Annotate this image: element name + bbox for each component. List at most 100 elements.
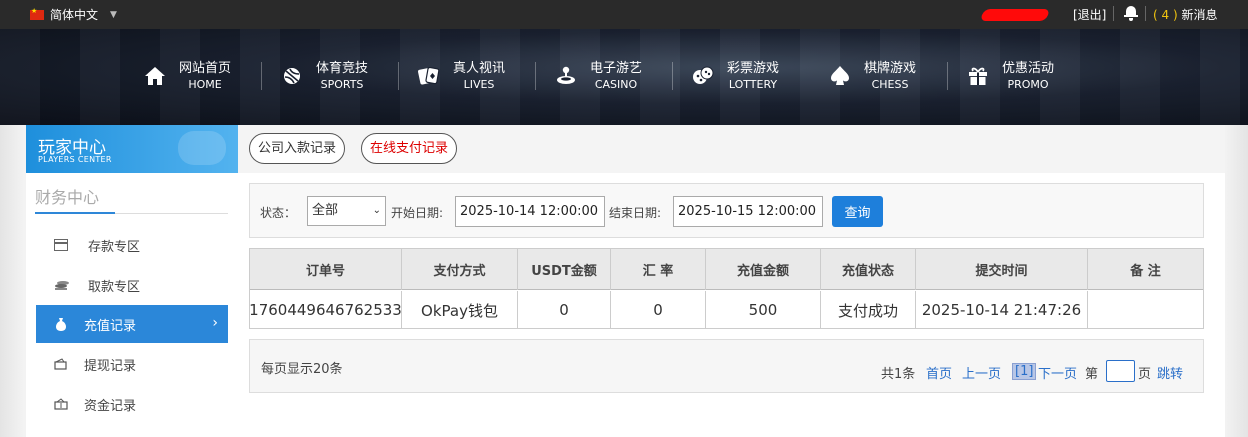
language-label: 简体中文 (50, 8, 99, 22)
messages-link[interactable]: ( 4 ) 新消息 (1153, 6, 1217, 23)
column-header: 提交时间 (916, 249, 1088, 290)
nav-sublabel: CASINO (594, 78, 638, 91)
nav-sports[interactable]: 体育竞技 SPORTS (280, 60, 368, 92)
divider (535, 62, 536, 90)
tab-online-payment-records[interactable]: 在线支付记录 (361, 133, 458, 164)
bell-icon[interactable] (1124, 5, 1138, 21)
submit-time-cell: 2025-10-14 21:47:26 (916, 291, 1088, 329)
status-select[interactable]: 全部 ⌄ (307, 196, 386, 226)
end-date-label: 结束日期: (609, 206, 662, 220)
nav-label: 棋牌游戏 (864, 61, 917, 76)
nav-label: 彩票游戏 (727, 61, 780, 76)
usdt-amount-cell: 0 (518, 291, 611, 329)
divider (1113, 6, 1114, 21)
divider (261, 62, 262, 90)
main-content: 公司入款记录 在线支付记录 状态： 全部 ⌄ 开始日期: 结束日期: 查询 订单… (238, 125, 1225, 437)
redacted-username (979, 9, 1051, 21)
china-flag-icon (30, 7, 44, 20)
column-header: 订单号 (250, 249, 402, 290)
remark-cell (1088, 291, 1203, 329)
players-center-header: 玩家中心 PLAYERS CENTER (26, 125, 238, 173)
nav-label: 网站首页 (179, 61, 232, 76)
nav-sublabel: SPORTS (320, 78, 364, 91)
recharge-icon (54, 318, 68, 331)
nav-label: 优惠活动 (1002, 61, 1055, 76)
next-page-link[interactable]: 下一页 (1038, 363, 1077, 382)
withdraw-record-icon (54, 358, 68, 370)
prev-page-link[interactable]: 上一页 (962, 363, 1001, 382)
sidebar-item-withdraw-record[interactable]: 提现记录 (36, 345, 228, 383)
chevron-down-icon: ⌄ (372, 205, 381, 216)
language-selector[interactable]: 简体中文 ▼ (30, 6, 117, 23)
funds-icon (54, 398, 68, 410)
cards-icon (417, 64, 441, 88)
ball-icon (280, 64, 304, 88)
sidebar-item-recharge[interactable]: 充值记录 › (36, 305, 228, 343)
section-title: 财务中心 (35, 188, 100, 207)
records-table: 订单号 支付方式 USDT金额 汇 率 充值金额 充值状态 提交时间 备 注 1… (249, 248, 1204, 329)
nav-sublabel: CHESS (871, 78, 909, 91)
start-date-input[interactable] (455, 196, 605, 227)
sidebar-item-label: 提现记录 (84, 358, 137, 374)
query-button[interactable]: 查询 (832, 196, 883, 227)
nav-label: 真人视讯 (453, 61, 506, 76)
order-number-cell: 1760449646762533 (249, 291, 402, 329)
current-page[interactable]: [1] (1012, 363, 1037, 380)
spade-icon (828, 64, 852, 88)
nav-sublabel: LIVES (463, 78, 495, 91)
nav-lives[interactable]: 真人视讯 LIVES (417, 60, 505, 92)
nav-lottery[interactable]: 彩票游戏 LOTTERY (691, 60, 779, 92)
recharge-amount-cell: 500 (706, 291, 821, 329)
sidebar-item-label: 存款专区 (88, 239, 141, 255)
divider (947, 62, 948, 90)
gift-icon (966, 64, 990, 88)
nav-sublabel: HOME (188, 78, 222, 91)
deposit-icon (54, 239, 68, 251)
nav-label: 电子游艺 (590, 61, 643, 76)
nav-promo[interactable]: 优惠活动 PROMO (966, 60, 1054, 92)
column-header: 充值状态 (821, 249, 916, 290)
caret-down-icon: ▼ (110, 9, 117, 20)
page-number-input[interactable] (1106, 360, 1135, 382)
nav-casino[interactable]: 电子游艺 CASINO (554, 60, 642, 92)
sidebar-item-label: 取款专区 (88, 279, 141, 295)
sidebar-item-funds[interactable]: 资金记录 (36, 385, 228, 423)
logout-link[interactable]: [退出] (1073, 6, 1106, 23)
total-count: 共1条 (881, 367, 916, 382)
column-header: USDT金额 (518, 249, 611, 290)
nav-chess[interactable]: 棋牌游戏 CHESS (828, 60, 916, 92)
message-count: ( 4 ) (1153, 8, 1178, 22)
payment-method-cell: OkPay钱包 (402, 291, 518, 329)
nav-sublabel: LOTTERY (728, 78, 778, 91)
gamepad-icon (178, 131, 226, 165)
sidebar-item-label: 资金记录 (84, 398, 137, 414)
exchange-rate-cell: 0 (611, 291, 706, 329)
column-header: 支付方式 (402, 249, 518, 290)
sidebar-item-deposit[interactable]: 存款专区 (36, 226, 228, 264)
nav-home[interactable]: 网站首页 HOME (143, 60, 231, 92)
end-date-input[interactable] (673, 196, 823, 227)
per-page-text: 每页显示20条 (261, 362, 343, 377)
first-page-link[interactable]: 首页 (926, 363, 952, 382)
table-header: 订单号 支付方式 USDT金额 汇 率 充值金额 充值状态 提交时间 备 注 (250, 249, 1203, 290)
withdraw-icon (54, 279, 69, 291)
section-underline (35, 212, 115, 214)
joystick-icon (554, 64, 578, 88)
status-label: 状态： (260, 206, 297, 220)
sidebar-item-withdraw[interactable]: 取款专区 (36, 266, 228, 304)
divider (398, 62, 399, 90)
jump-link[interactable]: 跳转 (1157, 363, 1183, 382)
page-prefix: 第 (1085, 367, 1099, 382)
page-suffix: 页 (1138, 367, 1152, 382)
sidebar-subtitle: PLAYERS CENTER (38, 155, 112, 164)
messages-label: 新消息 (1181, 8, 1218, 22)
recharge-status-cell: 支付成功 (821, 291, 916, 329)
column-header: 备 注 (1130, 264, 1161, 279)
sidebar: 玩家中心 PLAYERS CENTER 财务中心 存款专区 取款专区 充值记录 … (26, 125, 238, 437)
nav-label: 体育竞技 (316, 61, 369, 76)
divider (1145, 6, 1146, 21)
sidebar-item-label: 充值记录 (84, 318, 137, 334)
filter-bar: 状态： 全部 ⌄ 开始日期: 结束日期: 查询 (249, 183, 1204, 238)
tab-company-deposit-records[interactable]: 公司入款记录 (249, 133, 346, 164)
column-header: 充值金额 (706, 249, 821, 290)
